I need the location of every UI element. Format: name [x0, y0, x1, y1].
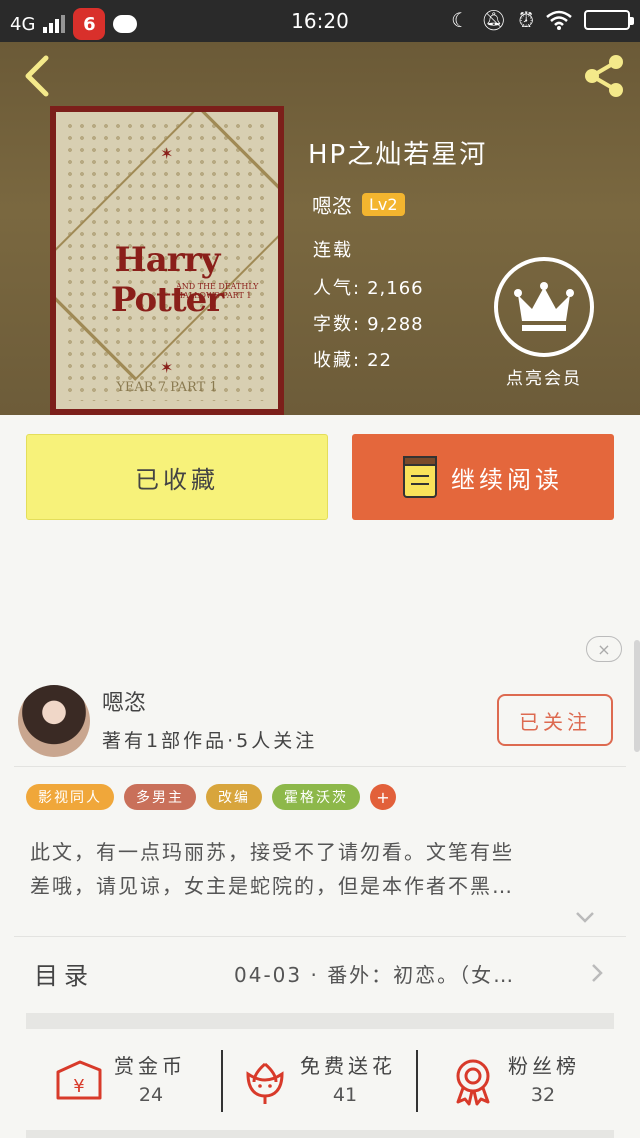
favorites-value: 22: [367, 350, 392, 371]
reward-value: 24: [138, 1084, 164, 1106]
author-avatar[interactable]: [18, 685, 90, 757]
continue-reading-label: 继续阅读: [451, 465, 563, 494]
author-name[interactable]: 嗯恣: [312, 190, 352, 219]
star-icon: ✶: [160, 144, 174, 163]
battery-icon: [584, 10, 634, 30]
book-author-row[interactable]: 嗯恣 Lv2: [312, 190, 405, 219]
mute-icon: 🔕︎: [481, 8, 507, 32]
cover-subtitle: AND THE DEATHLY HALLOWS PART 1: [176, 282, 259, 300]
alarm-icon: ⏰︎: [518, 8, 534, 32]
section-divider: [26, 1130, 614, 1138]
expand-chevron-icon[interactable]: [574, 906, 596, 928]
send-flowers-button[interactable]: 免费送花 41: [240, 1050, 410, 1116]
coin-envelope-icon: ¥: [56, 1060, 102, 1100]
table-of-contents-row[interactable]: 目录 04-03 · 番外：初恋。（女…: [14, 938, 626, 1008]
status-bar: 4G 6 16:20 ☾ 🔕︎ ⏰︎: [0, 0, 640, 42]
continue-reading-button[interactable]: 继续阅读: [352, 434, 614, 520]
tag-item[interactable]: 影视同人: [26, 784, 114, 810]
flowers-value: 41: [332, 1084, 358, 1106]
divider: [14, 766, 626, 767]
cover-title: Harry Potter: [110, 240, 224, 320]
level-badge: Lv2: [362, 193, 405, 216]
fan-ranking-button[interactable]: 粉丝榜 32: [448, 1050, 608, 1116]
svg-text:¥: ¥: [73, 1076, 84, 1097]
reward-label: 赏金币: [114, 1054, 186, 1078]
word-count-label: 字数:: [313, 314, 362, 335]
book-icon: [403, 456, 437, 498]
word-count-stat: 字数: 9,288: [313, 310, 424, 336]
moon-icon: ☾: [451, 8, 469, 32]
back-arrow-icon[interactable]: [18, 54, 58, 98]
favorites-stat: 收藏: 22: [313, 346, 392, 372]
fans-value: 32: [530, 1084, 556, 1106]
divider: [221, 1050, 223, 1112]
reward-coins-button[interactable]: ¥ 赏金币 24: [54, 1050, 204, 1116]
intro-line: 此文，有一点玛丽苏，接受不了请勿看。文笔有些: [30, 840, 514, 864]
toc-label: 目录: [34, 961, 94, 990]
author-card-name[interactable]: 嗯恣: [102, 685, 146, 717]
tag-list: 影视同人 多男主 改编 霍格沃茨 +: [26, 784, 396, 810]
popularity-value: 2,166: [367, 278, 424, 299]
vip-button[interactable]: [494, 257, 594, 357]
close-ad-button[interactable]: ×: [586, 636, 622, 662]
wifi-icon: [546, 10, 572, 30]
tag-item[interactable]: 改编: [206, 784, 262, 810]
crown-icon: [514, 282, 574, 331]
follow-button[interactable]: 已关注: [497, 694, 613, 746]
latest-chapter: 04-03 · 番外：初恋。（女…: [234, 962, 516, 987]
section-divider: [26, 1013, 614, 1029]
divider: [416, 1050, 418, 1112]
fans-label: 粉丝榜: [508, 1054, 580, 1078]
favorites-label: 收藏:: [313, 350, 362, 371]
more-tags-button[interactable]: +: [370, 784, 396, 810]
book-intro[interactable]: 此文，有一点玛丽苏，接受不了请勿看。文笔有些 差哦，请见谅，女主是蛇院的，但是本…: [30, 835, 610, 903]
tag-item[interactable]: 多男主: [124, 784, 196, 810]
star-icon: ✶: [160, 358, 174, 377]
favorited-button[interactable]: 已收藏: [26, 434, 328, 520]
intro-line: 差哦，请见谅，女主是蛇院的，但是本作者不黑…: [30, 874, 514, 898]
chevron-right-icon: [592, 964, 603, 982]
author-card-stats: 著有1部作品·5人关注: [102, 730, 318, 752]
share-icon[interactable]: [580, 52, 628, 100]
flowers-label: 免费送花: [300, 1054, 396, 1078]
flower-icon: [246, 1062, 284, 1104]
vip-label[interactable]: 点亮会员: [494, 364, 594, 389]
scrollbar[interactable]: [634, 640, 640, 752]
cover-year: YEAR 7 PART 1: [116, 380, 218, 395]
medal-icon: [456, 1059, 490, 1106]
popularity-stat: 人气: 2,166: [313, 274, 424, 300]
serial-status: 连载: [313, 240, 353, 261]
book-title: HP之灿若星河: [308, 140, 488, 170]
popularity-label: 人气:: [313, 278, 362, 299]
word-count-value: 9,288: [367, 314, 424, 335]
book-cover[interactable]: ✶ ✶ Harry Potter AND THE DEATHLY HALLOWS…: [50, 106, 284, 415]
divider: [14, 936, 626, 937]
tag-item[interactable]: 霍格沃茨: [272, 784, 360, 810]
